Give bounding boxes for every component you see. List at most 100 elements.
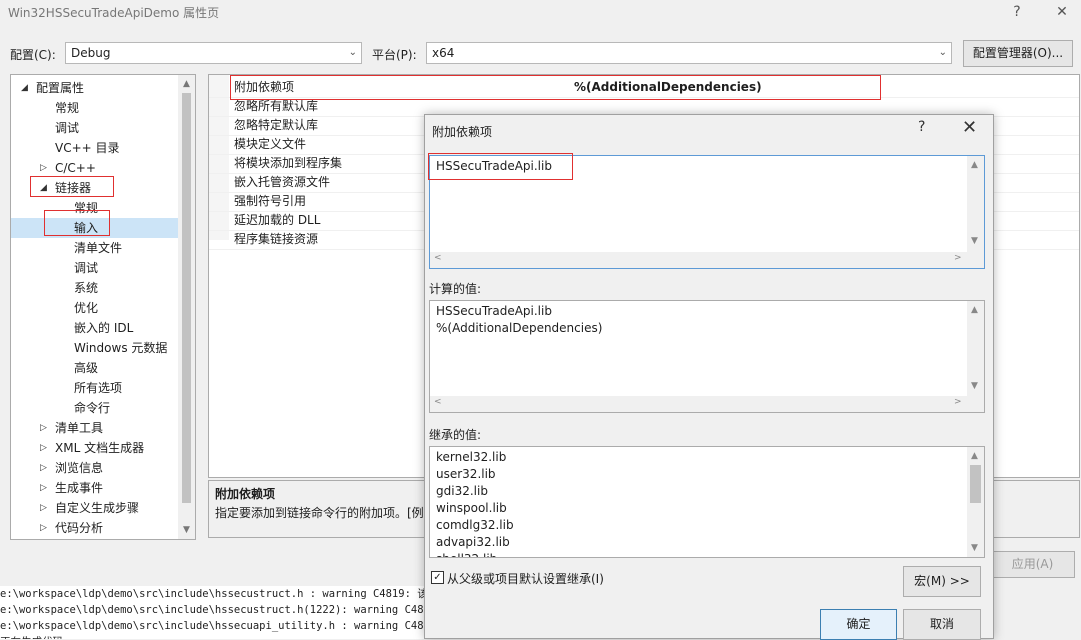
tree-item-label: C/C++	[55, 161, 96, 175]
tree-item[interactable]: 所有选项	[11, 378, 179, 398]
tree-item[interactable]: ▷ C/C++	[11, 158, 179, 178]
property-name: 强制符号引用	[234, 194, 307, 208]
cancel-button[interactable]: 取消	[903, 609, 981, 640]
tree-item[interactable]: 常规	[11, 198, 179, 218]
property-name: 忽略所有默认库	[234, 99, 319, 113]
expand-icon[interactable]: ▷	[40, 438, 50, 458]
inherited-scroll-thumb[interactable]	[970, 465, 981, 503]
expand-icon[interactable]: ▷	[40, 498, 50, 518]
config-dropdown[interactable]: Debug ⌄	[65, 42, 362, 64]
property-row[interactable]: 附加依赖项 %(AdditionalDependencies)	[209, 78, 1079, 98]
tree-item[interactable]: ◢ 配置属性	[11, 78, 179, 98]
expand-icon[interactable]: ▷	[40, 418, 50, 438]
tree-item-label: 生成事件	[55, 481, 104, 495]
tree-item[interactable]: ▷ 代码分析	[11, 518, 179, 538]
tree-item[interactable]: ▷ 生成事件	[11, 478, 179, 498]
tree-item-label: 常规	[74, 201, 99, 215]
tree-item-label: 调试	[55, 121, 80, 135]
expand-icon[interactable]: ▷	[40, 458, 50, 478]
tree-item-label: 高级	[74, 361, 99, 375]
value-line: winspool.lib	[436, 501, 507, 515]
tree-item-label: 命令行	[74, 401, 111, 415]
input-vscroll[interactable]: ▲ ▼	[967, 156, 984, 252]
computed-values-box: HSSecuTradeApi.lib %(AdditionalDependenci…	[429, 300, 985, 413]
scroll-up-icon[interactable]: ▲	[178, 79, 195, 89]
tree-item[interactable]: 调试	[11, 258, 179, 278]
inherited-vscroll[interactable]: ▲ ▼	[967, 447, 984, 557]
tree-item-label: VC++ 目录	[55, 141, 120, 155]
tree-item[interactable]: ▷ 浏览信息	[11, 458, 179, 478]
dependencies-input-text: HSSecuTradeApi.lib	[436, 159, 552, 173]
additional-dependencies-dialog: 附加依赖项 ? ✕ HSSecuTradeApi.lib ▲ ▼ < > 计算的值:…	[424, 114, 994, 640]
console-line: 正在生成代码...	[0, 634, 425, 639]
tree-item-label: 浏览信息	[55, 461, 104, 475]
computed-hscroll[interactable]: < >	[430, 396, 984, 412]
platform-dropdown[interactable]: x64 ⌄	[426, 42, 952, 64]
help-icon[interactable]: ?	[918, 119, 925, 135]
help-icon[interactable]: ?	[1005, 2, 1029, 22]
chevron-down-icon: ⌄	[938, 47, 947, 58]
ok-button[interactable]: 确定	[820, 609, 897, 640]
property-tree[interactable]: ◢ 配置属性 常规 调试 VC++ 目录 ▷ C/C++ ◢ 链接器 常规 输入 清单文件 调试 系统 优化…	[10, 74, 196, 540]
tree-item-label: 自定义生成步骤	[55, 501, 140, 515]
tree-item[interactable]: Windows 元数据	[11, 338, 179, 358]
tree-item-label: 优化	[74, 301, 99, 315]
tree-item-label: 配置属性	[36, 81, 85, 95]
tree-scrollbar[interactable]: ▲ ▼	[178, 75, 195, 539]
property-name: 延迟加载的 DLL	[234, 213, 321, 227]
expand-icon[interactable]: ▷	[40, 158, 50, 178]
value-line: kernel32.lib	[436, 450, 507, 464]
computed-label: 计算的值:	[429, 282, 482, 296]
config-label: 配置(C):	[10, 48, 56, 62]
value-line: shell32.lib	[436, 551, 514, 557]
apply-button[interactable]: 应用(A)	[990, 551, 1075, 578]
tree-item[interactable]: 优化	[11, 298, 179, 318]
expand-icon[interactable]: ▷	[40, 518, 50, 538]
dependencies-input[interactable]: HSSecuTradeApi.lib ▲ ▼ < >	[429, 155, 985, 269]
tree-item[interactable]: VC++ 目录	[11, 138, 179, 158]
tree-item[interactable]: 嵌入的 IDL	[11, 318, 179, 338]
dialog-title: 附加依赖项	[432, 125, 493, 139]
tree-item[interactable]: 调试	[11, 118, 179, 138]
property-name: 将模块添加到程序集	[234, 156, 343, 170]
inherit-checkbox[interactable]: ✓	[431, 571, 444, 584]
collapse-icon[interactable]: ◢	[40, 178, 50, 198]
tree-item[interactable]: 高级	[11, 358, 179, 378]
tree-item-label: Windows 元数据	[74, 341, 168, 355]
window-title: Win32HSSecuTradeApiDemo 属性页	[8, 6, 220, 20]
tree-item[interactable]: 输入	[11, 218, 179, 238]
property-name: 忽略特定默认库	[234, 118, 319, 132]
property-name: 嵌入托管资源文件	[234, 175, 331, 189]
config-manager-button[interactable]: 配置管理器(O)...	[963, 40, 1073, 67]
property-name: 附加依赖项	[234, 80, 295, 94]
tree-item-label: 嵌入的 IDL	[74, 321, 134, 335]
tree-item-label: 系统	[74, 281, 99, 295]
platform-label: 平台(P):	[372, 48, 417, 62]
tree-item[interactable]: 清单文件	[11, 238, 179, 258]
computed-vscroll[interactable]: ▲ ▼	[967, 301, 984, 397]
macro-button[interactable]: 宏(M) >>	[903, 566, 981, 597]
inherited-values-box: kernel32.lib user32.lib gdi32.lib winspool.…	[429, 446, 985, 558]
tree-item[interactable]: ◢ 链接器	[11, 178, 179, 198]
platform-value: x64	[432, 46, 455, 60]
config-value: Debug	[71, 46, 111, 60]
tree-item[interactable]: ▷ XML 文档生成器	[11, 438, 179, 458]
tree-item[interactable]: ▷ 自定义生成步骤	[11, 498, 179, 518]
tree-item[interactable]: ▷ 清单工具	[11, 418, 179, 438]
expand-icon[interactable]: ▷	[40, 478, 50, 498]
tree-scroll-thumb[interactable]	[182, 93, 191, 503]
tree-item-label: 代码分析	[55, 521, 104, 535]
input-hscroll[interactable]: < >	[430, 252, 984, 268]
tree-item[interactable]: 命令行	[11, 398, 179, 418]
tree-item[interactable]: 常规	[11, 98, 179, 118]
close-icon[interactable]: ✕	[962, 117, 977, 138]
scroll-down-icon[interactable]: ▼	[178, 525, 195, 535]
tree-item[interactable]: 系统	[11, 278, 179, 298]
tree-item-label: 常规	[55, 101, 80, 115]
collapse-icon[interactable]: ◢	[21, 78, 31, 98]
tree-item-label: 输入	[74, 221, 99, 235]
value-line: user32.lib	[436, 467, 496, 481]
tree-item-label: XML 文档生成器	[55, 441, 145, 455]
close-icon[interactable]: ✕	[1050, 2, 1074, 22]
value-line: advapi32.lib	[436, 535, 510, 549]
